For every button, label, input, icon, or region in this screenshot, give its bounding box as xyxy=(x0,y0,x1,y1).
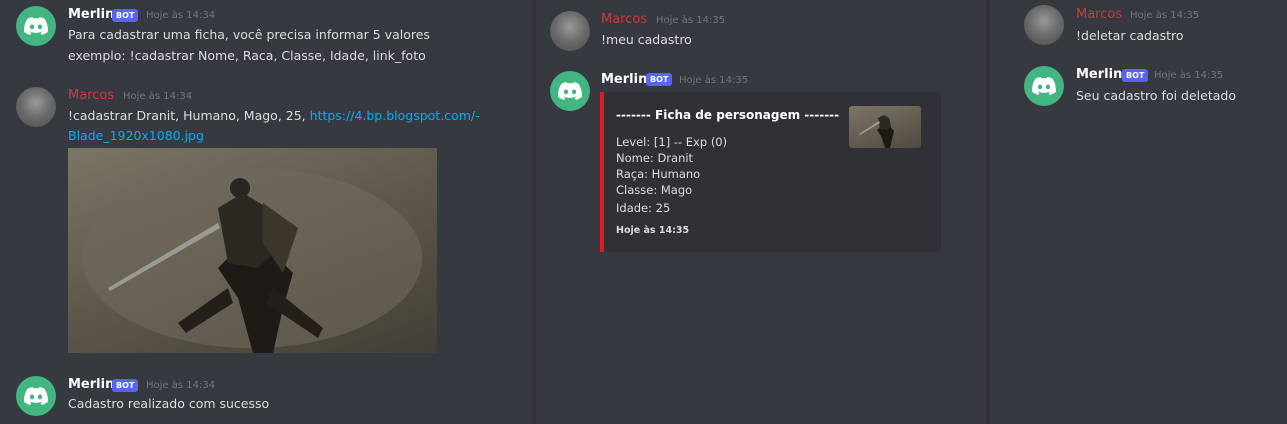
timestamp: Hoje às 14:35 xyxy=(656,15,726,26)
bot-badge: BOT xyxy=(646,73,673,86)
timestamp: Hoje às 14:35 xyxy=(1130,10,1200,21)
author-name[interactable]: Merlin xyxy=(1076,67,1122,82)
embed-field-classe: Classe: Mago xyxy=(616,183,693,197)
timestamp: Hoje às 14:34 xyxy=(123,91,193,102)
embed-thumbnail[interactable] xyxy=(849,106,921,148)
discord-logo-icon xyxy=(558,82,582,100)
knight-thumbnail-illustration xyxy=(859,115,894,148)
message-bot-ficha: Merlin BOT Hoje às 14:35 ------- Ficha d… xyxy=(536,65,986,265)
timestamp: Hoje às 14:35 xyxy=(1154,70,1224,81)
message-text: !deletar cadastro xyxy=(1076,28,1184,43)
message-text-line-2: exemplo: !cadastrar Nome, Raca, Classe, … xyxy=(68,48,426,63)
knight-image-attachment[interactable] xyxy=(68,148,437,353)
chat-panel-1: Merlin BOT Hoje às 14:34 Para cadastrar … xyxy=(0,0,532,424)
message-text: Seu cadastro foi deletado xyxy=(1076,88,1236,103)
message-text: !meu cadastro xyxy=(601,32,692,47)
bot-avatar[interactable] xyxy=(550,71,590,111)
message-text-line-1: Para cadastrar uma ficha, você precisa i… xyxy=(68,27,430,42)
author-name[interactable]: Merlin xyxy=(68,377,114,392)
bot-badge: BOT xyxy=(1122,69,1149,82)
user-avatar[interactable] xyxy=(550,11,590,51)
author-name[interactable]: Marcos xyxy=(68,88,114,103)
image-link-continuation[interactable]: Blade_1920x1080.jpg xyxy=(68,126,204,146)
message-user-cadastrar: Marcos Hoje às 14:34 !cadastrar Dranit, … xyxy=(0,80,532,360)
author-name[interactable]: Merlin xyxy=(68,7,114,22)
embed-footer-timestamp: Hoje às 14:35 xyxy=(616,225,690,236)
bot-badge: BOT xyxy=(112,379,139,392)
message-user-deletar: Marcos Hoje às 14:35 !deletar cadastro xyxy=(990,0,1287,55)
timestamp: Hoje às 14:34 xyxy=(146,380,216,391)
chat-panel-3: Marcos Hoje às 14:35 !deletar cadastro M… xyxy=(990,0,1287,424)
ficha-embed: ------- Ficha de personagem ------- Leve… xyxy=(600,92,941,252)
embed-field-level: Level: [1] -- Exp (0) xyxy=(616,135,728,149)
user-avatar[interactable] xyxy=(1024,5,1064,45)
embed-title: ------- Ficha de personagem ------- xyxy=(616,108,840,122)
discord-logo-icon xyxy=(24,17,48,35)
discord-logo-icon xyxy=(24,387,48,405)
timestamp: Hoje às 14:35 xyxy=(679,75,749,86)
author-name[interactable]: Marcos xyxy=(601,12,647,27)
author-name[interactable]: Marcos xyxy=(1076,7,1122,22)
embed-field-idade: Idade: 25 xyxy=(616,201,671,215)
embed-field-nome: Nome: Dranit xyxy=(616,151,694,165)
message-text: Cadastro realizado com sucesso xyxy=(68,396,270,411)
bot-avatar[interactable] xyxy=(16,376,56,416)
user-avatar[interactable] xyxy=(16,87,56,127)
image-link[interactable]: https://4.bp.blogspot.com/- xyxy=(310,108,480,123)
knight-horse-illustration xyxy=(82,168,422,353)
message-bot-success: Merlin BOT Hoje às 14:34 Cadastro realiz… xyxy=(0,370,532,424)
command-text: !cadastrar Dranit, Humano, Mago, 25, xyxy=(68,108,310,123)
embed-field-raca: Raça: Humano xyxy=(616,167,701,181)
author-name[interactable]: Merlin xyxy=(601,72,647,87)
bot-avatar[interactable] xyxy=(1024,66,1064,106)
message-text: !cadastrar Dranit, Humano, Mago, 25, htt… xyxy=(68,106,480,126)
bot-badge: BOT xyxy=(112,9,139,22)
chat-panel-2: Marcos Hoje às 14:35 !meu cadastro Merli… xyxy=(536,0,986,424)
discord-logo-icon xyxy=(1032,77,1056,95)
message-bot-deleted: Merlin BOT Hoje às 14:35 Seu cadastro fo… xyxy=(990,60,1287,120)
message-user-meu-cadastro: Marcos Hoje às 14:35 !meu cadastro xyxy=(536,0,986,60)
message-bot-instructions: Merlin BOT Hoje às 14:34 Para cadastrar … xyxy=(0,0,532,75)
timestamp: Hoje às 14:34 xyxy=(146,10,216,21)
bot-avatar[interactable] xyxy=(16,6,56,46)
